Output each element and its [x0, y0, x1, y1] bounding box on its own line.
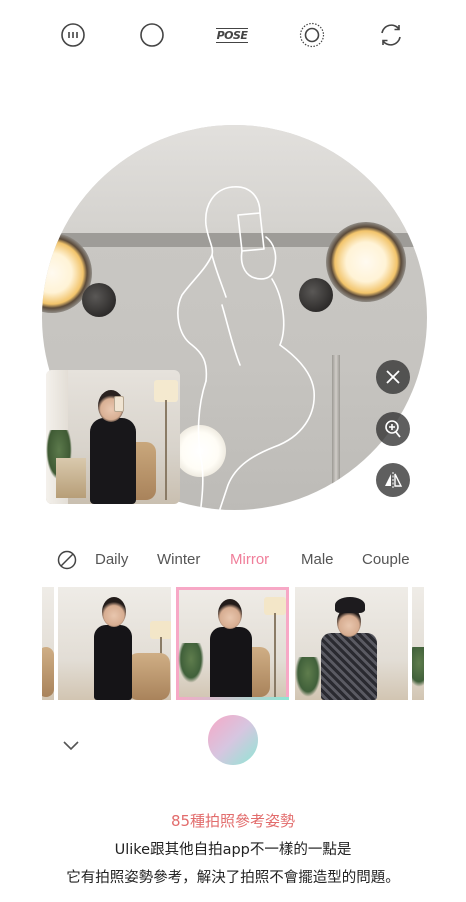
top-toolbar: POSE: [0, 18, 466, 52]
thumb-lamp-pole: [274, 613, 276, 697]
pose-thumbnail[interactable]: [295, 587, 408, 700]
zoom-pose-button[interactable]: [376, 412, 410, 446]
filter-ring-icon: [299, 22, 325, 48]
thumb-head: [218, 599, 242, 629]
pose-thumbnail[interactable]: [58, 587, 171, 700]
wall-knob-left: [82, 283, 116, 317]
reference-pose-preview[interactable]: [46, 370, 180, 504]
flip-horizontal-icon: [385, 472, 403, 488]
model-phone: [114, 396, 124, 412]
thumb-beret: [335, 597, 365, 613]
tab-male[interactable]: Male: [301, 551, 334, 568]
model-dress: [90, 418, 136, 504]
thumb-head: [102, 597, 126, 627]
thumb-plant: [412, 647, 424, 687]
pose-thumbnail-partial-left[interactable]: [42, 587, 54, 700]
tab-couple[interactable]: Couple: [362, 551, 410, 568]
thumb-chair: [128, 653, 170, 700]
pose-button[interactable]: POSE: [215, 18, 249, 52]
side-table: [56, 458, 86, 498]
pose-guide-outline: [177, 186, 315, 510]
thumb-dress: [94, 625, 132, 700]
close-icon: [386, 370, 400, 384]
thumb-plant: [178, 643, 204, 683]
switch-camera-button[interactable]: [374, 18, 408, 52]
menu-dots-button[interactable]: [56, 18, 90, 52]
thumb-chair: [42, 647, 54, 697]
caption-title: 85種拍照參考姿勢: [170, 812, 296, 830]
thumb-dress: [210, 627, 252, 700]
caption-line-2: 它有拍照姿勢參考，解決了拍照不會擺造型的問題。: [66, 870, 400, 886]
thumb-plant: [295, 657, 321, 697]
switch-camera-icon: [381, 24, 401, 46]
pose-thumbnail-strip: [0, 587, 466, 700]
tab-daily[interactable]: Daily: [95, 551, 128, 568]
floor-lamp-shade: [154, 380, 178, 402]
pose-icon: POSE: [215, 27, 249, 43]
chevron-down-icon[interactable]: [60, 734, 82, 756]
selected-underline: [176, 697, 289, 700]
tab-winter[interactable]: Winter: [157, 551, 200, 568]
pose-category-tabs: Daily Winter Mirror Male Couple: [0, 548, 466, 576]
tab-mirror[interactable]: Mirror: [230, 551, 269, 568]
floor-lamp-pole: [165, 400, 167, 500]
pose-thumbnail-selected[interactable]: [176, 587, 289, 700]
circle-ratio-button[interactable]: [135, 18, 169, 52]
pose-thumbnail-partial-right[interactable]: [412, 587, 424, 700]
filter-ring-button[interactable]: [295, 18, 329, 52]
caption-line-1: Ulike跟其他自拍app不一樣的一點是: [114, 842, 352, 858]
menu-dots-icon: [61, 23, 85, 47]
flip-pose-button[interactable]: [376, 463, 410, 497]
zoom-in-icon: [385, 420, 401, 438]
no-filter-icon[interactable]: [57, 550, 77, 570]
shutter-button[interactable]: [208, 715, 258, 765]
thumb-tweed-jacket: [321, 633, 377, 700]
close-pose-button[interactable]: [376, 360, 410, 394]
circle-ratio-icon: [140, 23, 164, 47]
